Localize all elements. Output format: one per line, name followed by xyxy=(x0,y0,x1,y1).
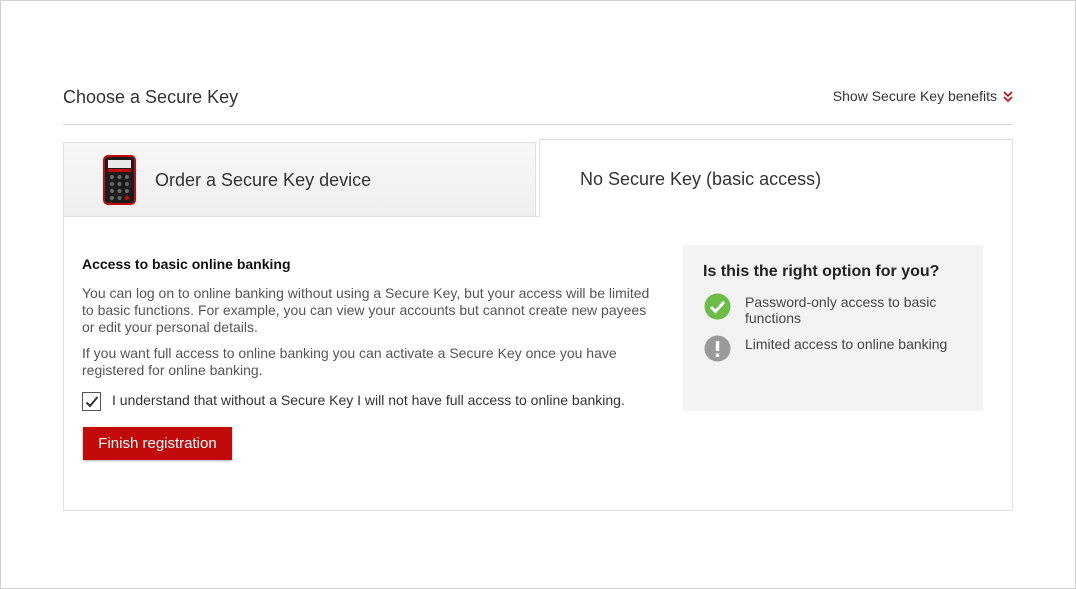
tab-no-secure-key[interactable]: No Secure Key (basic access) xyxy=(539,139,1013,219)
page-frame: Choose a Secure Key Show Secure Key bene… xyxy=(0,0,1076,589)
check-circle-icon xyxy=(704,293,731,320)
page-title: Choose a Secure Key xyxy=(63,87,239,107)
tab-order-secure-key[interactable]: Order a Secure Key device xyxy=(63,142,536,217)
checkmark-icon xyxy=(85,396,99,408)
exclamation-circle-icon xyxy=(704,335,731,362)
info-item-limited-access: Limited access to online banking xyxy=(704,335,965,362)
show-benefits-label: Show Secure Key benefits xyxy=(832,88,997,104)
title-divider xyxy=(63,124,1013,125)
option-info-box: Is this the right option for you? Passwo… xyxy=(683,245,983,411)
option-info-title: Is this the right option for you? xyxy=(703,263,940,280)
info-item-text: Limited access to online banking xyxy=(745,336,948,352)
info-item-password-only: Password-only access to basic functions xyxy=(704,293,965,326)
understand-checkbox[interactable] xyxy=(82,392,101,411)
secure-key-device-icon xyxy=(103,155,136,205)
show-benefits-link[interactable]: Show Secure Key benefits xyxy=(833,88,1013,104)
understand-checkbox-label[interactable]: I understand that without a Secure Key I… xyxy=(112,392,625,408)
tab-basic-label: No Secure Key (basic access) xyxy=(580,169,822,189)
finish-registration-button[interactable]: Finish registration xyxy=(83,427,232,460)
description-paragraph-1: You can log on to online banking without… xyxy=(82,285,650,335)
info-item-text: Password-only access to basic functions xyxy=(745,294,937,326)
tab-order-label: Order a Secure Key device xyxy=(155,169,372,190)
content-heading: Access to basic online banking xyxy=(82,256,291,272)
double-chevron-down-icon xyxy=(1003,90,1013,103)
description-paragraph-2: If you want full access to online bankin… xyxy=(82,345,617,378)
panel-top-border xyxy=(63,216,540,217)
